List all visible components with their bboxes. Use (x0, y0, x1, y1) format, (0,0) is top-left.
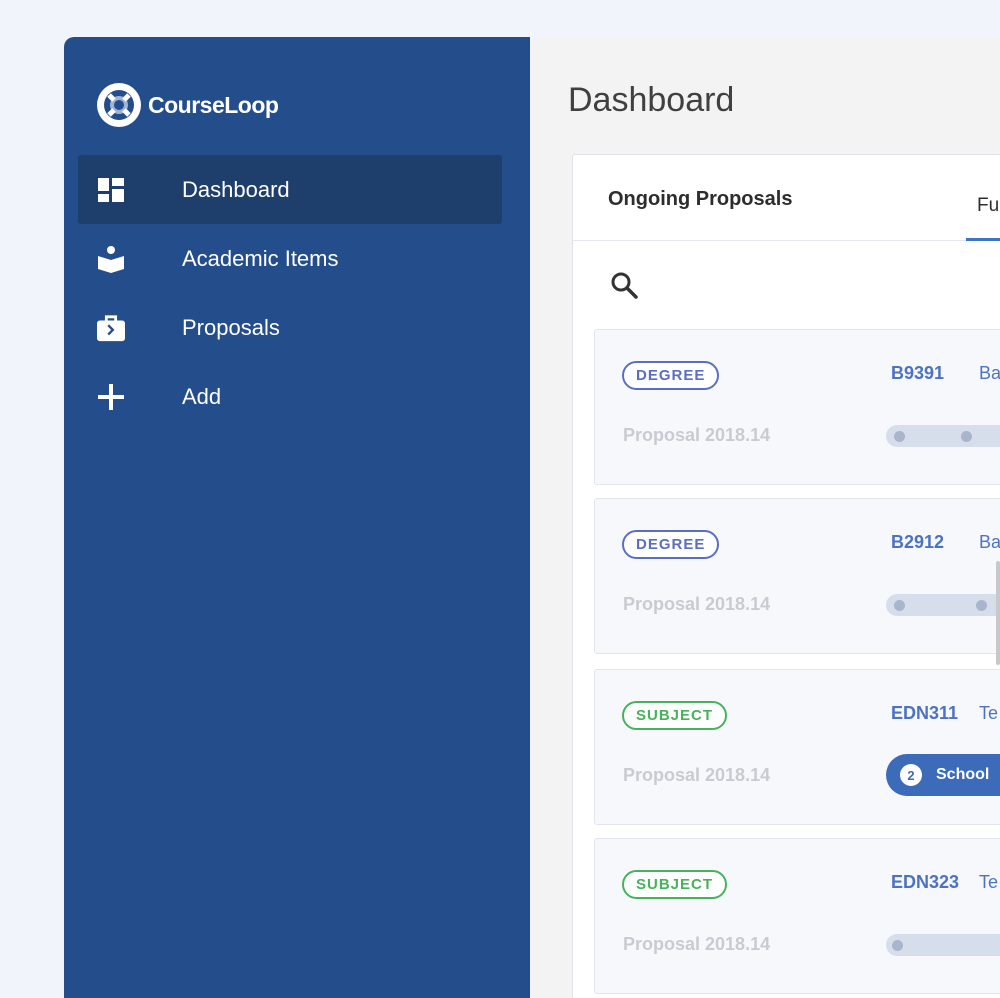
progress-step (892, 940, 903, 951)
book-reader-icon (97, 245, 125, 273)
item-code[interactable]: B2912 (891, 532, 944, 553)
tab-ongoing-proposals[interactable]: Ongoing Proposals (608, 188, 792, 211)
item-code[interactable]: B9391 (891, 363, 944, 384)
sidebar-nav: Dashboard Academic Items Proposals Add (78, 155, 502, 431)
proposal-card[interactable]: SUBJECT EDN323 Te Proposal 2018.14 (594, 838, 1000, 994)
panel-header: Ongoing Proposals Fu (573, 155, 1000, 241)
lifebuoy-logo-icon (97, 83, 141, 127)
proposal-card[interactable]: DEGREE B2912 Ba Proposal 2018.14 (594, 498, 1000, 654)
type-badge: SUBJECT (622, 701, 728, 730)
active-tab-indicator (966, 238, 1000, 241)
item-code[interactable]: EDN323 (891, 872, 959, 893)
sidebar-item-label: Dashboard (182, 176, 290, 202)
sidebar-item-academic-items[interactable]: Academic Items (78, 224, 502, 293)
item-name[interactable]: Ba (979, 363, 1000, 384)
progress-track (886, 594, 1000, 616)
current-stage-pill[interactable]: 2 School (886, 754, 1000, 796)
brand-name: CourseLoop (148, 91, 279, 118)
stage-number: 2 (900, 764, 922, 786)
progress-step (894, 600, 905, 611)
brand[interactable]: CourseLoop (96, 82, 279, 128)
sidebar-item-dashboard[interactable]: Dashboard (78, 155, 502, 224)
page-title: Dashboard (568, 81, 735, 119)
sidebar-item-label: Academic Items (182, 245, 339, 271)
progress-track (886, 934, 1000, 956)
plus-icon (97, 383, 125, 411)
sidebar-item-label: Proposals (182, 314, 280, 340)
main-content: Dashboard Ongoing Proposals Fu DEGREE B9… (530, 37, 1000, 998)
proposal-version: Proposal 2018.14 (623, 594, 771, 614)
tab-future[interactable]: Fu (977, 195, 999, 217)
proposal-version: Proposal 2018.14 (623, 934, 771, 954)
proposal-card[interactable]: DEGREE B9391 Ba Proposal 2018.14 (594, 329, 1000, 485)
proposal-card[interactable]: SUBJECT EDN311 Te Proposal 2018.14 2 Sch… (594, 669, 1000, 825)
type-badge: SUBJECT (622, 870, 728, 899)
progress-track (886, 425, 1000, 447)
briefcase-icon (97, 314, 125, 342)
item-name[interactable]: Te (979, 872, 998, 893)
stage-label: School (936, 766, 990, 783)
type-badge: DEGREE (622, 361, 720, 390)
dashboard-icon (97, 176, 125, 204)
scrollbar[interactable] (996, 561, 1000, 665)
progress-step (961, 431, 972, 442)
sidebar: CourseLoop Dashboard Academic Items Prop… (64, 37, 530, 998)
progress-step (894, 431, 905, 442)
item-name[interactable]: Ba (979, 532, 1000, 553)
app-window: CourseLoop Dashboard Academic Items Prop… (64, 37, 1000, 998)
ongoing-proposals-panel: Ongoing Proposals Fu DEGREE B9391 Ba Pro… (572, 154, 1000, 998)
proposal-version: Proposal 2018.14 (623, 765, 771, 785)
item-code[interactable]: EDN311 (891, 703, 958, 724)
sidebar-item-label: Add (182, 383, 222, 409)
type-badge: DEGREE (622, 530, 720, 559)
progress-step (976, 600, 987, 611)
search-icon[interactable] (609, 270, 639, 300)
proposal-version: Proposal 2018.14 (623, 425, 771, 445)
sidebar-item-proposals[interactable]: Proposals (78, 293, 502, 362)
sidebar-item-add[interactable]: Add (78, 362, 502, 431)
item-name[interactable]: Te (979, 703, 998, 724)
